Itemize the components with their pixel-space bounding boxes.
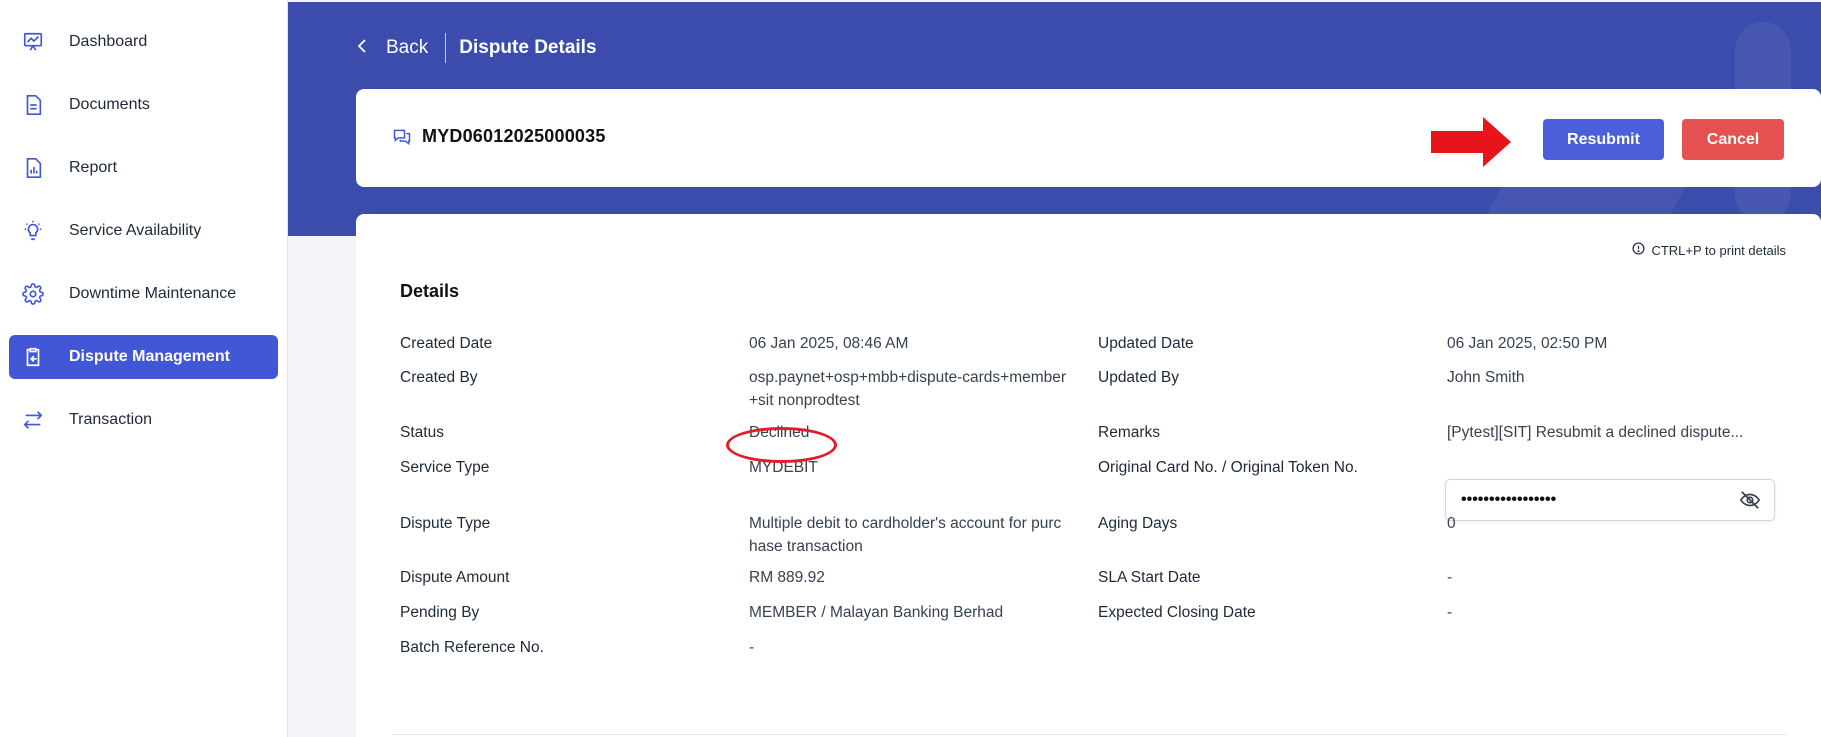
- field-label: Dispute Type: [400, 515, 491, 532]
- field-label: Updated By: [1098, 369, 1179, 386]
- sidebar-item-dispute-management[interactable]: Dispute Management: [9, 335, 278, 379]
- updated-by-value: John Smith: [1447, 369, 1525, 386]
- cancel-button[interactable]: Cancel: [1682, 119, 1784, 160]
- created-by-value-line2: +sit nonprodtest: [749, 392, 860, 409]
- arrows-exchange-icon: [21, 408, 45, 432]
- aging-days-value: 0: [1447, 515, 1456, 532]
- breadcrumb: Back Dispute Details: [356, 30, 597, 66]
- sidebar-item-label: Service Availability: [69, 222, 202, 239]
- chat-bubbles-icon: [392, 127, 412, 152]
- sla-start-date-value: -: [1447, 569, 1453, 586]
- field-label: Created Date: [400, 335, 493, 352]
- divider: [445, 33, 447, 63]
- sidebar-item-transaction[interactable]: Transaction: [9, 398, 278, 442]
- clipboard-arrow-icon: [21, 345, 45, 369]
- dispute-header-card: MYD06012025000035 Resubmit Cancel: [356, 89, 1821, 187]
- masked-token-value: •••••••••••••••••: [1461, 491, 1557, 508]
- field-label: Created By: [400, 369, 478, 386]
- created-by-value: osp.paynet+osp+mbb+dispute-cards+member: [749, 369, 1067, 386]
- resubmit-button[interactable]: Resubmit: [1543, 119, 1664, 160]
- expected-closing-date-value: -: [1447, 604, 1453, 621]
- red-circle-annotation: [726, 427, 837, 463]
- field-label: Remarks: [1098, 424, 1161, 441]
- divider: [392, 734, 1787, 735]
- dispute-id: MYD06012025000035: [422, 126, 606, 146]
- batch-reference-value: -: [749, 639, 755, 656]
- sidebar-item-label: Dispute Management: [69, 348, 230, 365]
- sidebar-item-report[interactable]: Report: [9, 146, 278, 190]
- field-label: Expected Closing Date: [1098, 604, 1256, 621]
- sidebar-item-label: Dashboard: [69, 33, 148, 50]
- gear-icon: [21, 282, 45, 306]
- sidebar-item-label: Report: [69, 159, 118, 176]
- sidebar-item-dashboard[interactable]: Dashboard: [9, 20, 278, 64]
- field-label: Updated Date: [1098, 335, 1194, 352]
- print-hint: CTRL+P to print details: [1632, 242, 1786, 258]
- field-label: Dispute Amount: [400, 569, 510, 586]
- sidebar-item-label: Transaction: [69, 411, 152, 428]
- field-label: Aging Days: [1098, 515, 1178, 532]
- info-icon: [1632, 242, 1645, 258]
- field-label: Service Type: [400, 459, 490, 476]
- back-label: Back: [386, 37, 429, 58]
- created-date-value: 06 Jan 2025, 08:46 AM: [749, 335, 909, 352]
- field-label: Pending By: [400, 604, 480, 621]
- document-icon: [21, 93, 45, 117]
- remarks-value: [Pytest][SIT] Resubmit a declined disput…: [1447, 424, 1744, 441]
- field-label: SLA Start Date: [1098, 569, 1201, 586]
- pending-by-value: MEMBER / Malayan Banking Berhad: [749, 604, 1004, 621]
- field-label: Status: [400, 424, 444, 441]
- sidebar-item-downtime-maintenance[interactable]: Downtime Maintenance: [9, 272, 278, 316]
- card-token-field[interactable]: •••••••••••••••••: [1445, 479, 1775, 521]
- print-hint-text: CTRL+P to print details: [1651, 242, 1786, 258]
- lightbulb-icon: [21, 219, 45, 243]
- page-title: Dispute Details: [459, 37, 597, 58]
- red-arrow-annotation: [1431, 117, 1526, 172]
- presentation-chart-icon: [21, 30, 45, 54]
- updated-date-value: 06 Jan 2025, 02:50 PM: [1447, 335, 1608, 352]
- sidebar-item-label: Documents: [69, 96, 150, 113]
- back-button[interactable]: Back: [356, 37, 428, 59]
- chevron-left-icon: [356, 38, 368, 59]
- sidebar-item-label: Downtime Maintenance: [69, 285, 237, 302]
- details-title: Details: [400, 281, 460, 301]
- sidebar: Dashboard Documents Report Service Avail…: [0, 0, 288, 737]
- field-label: Original Card No. / Original Token No.: [1098, 459, 1358, 476]
- report-chart-icon: [21, 156, 45, 180]
- details-card: CTRL+P to print details Details Created …: [356, 214, 1821, 737]
- field-label: Batch Reference No.: [400, 639, 544, 656]
- sidebar-item-service-availability[interactable]: Service Availability: [9, 209, 278, 253]
- dispute-type-value: Multiple debit to cardholder's account f…: [749, 515, 1062, 532]
- eye-off-icon[interactable]: [1739, 489, 1761, 516]
- dispute-amount-value: RM 889.92: [749, 569, 825, 586]
- dispute-type-value-line2: hase transaction: [749, 538, 863, 555]
- sidebar-item-documents[interactable]: Documents: [9, 83, 278, 127]
